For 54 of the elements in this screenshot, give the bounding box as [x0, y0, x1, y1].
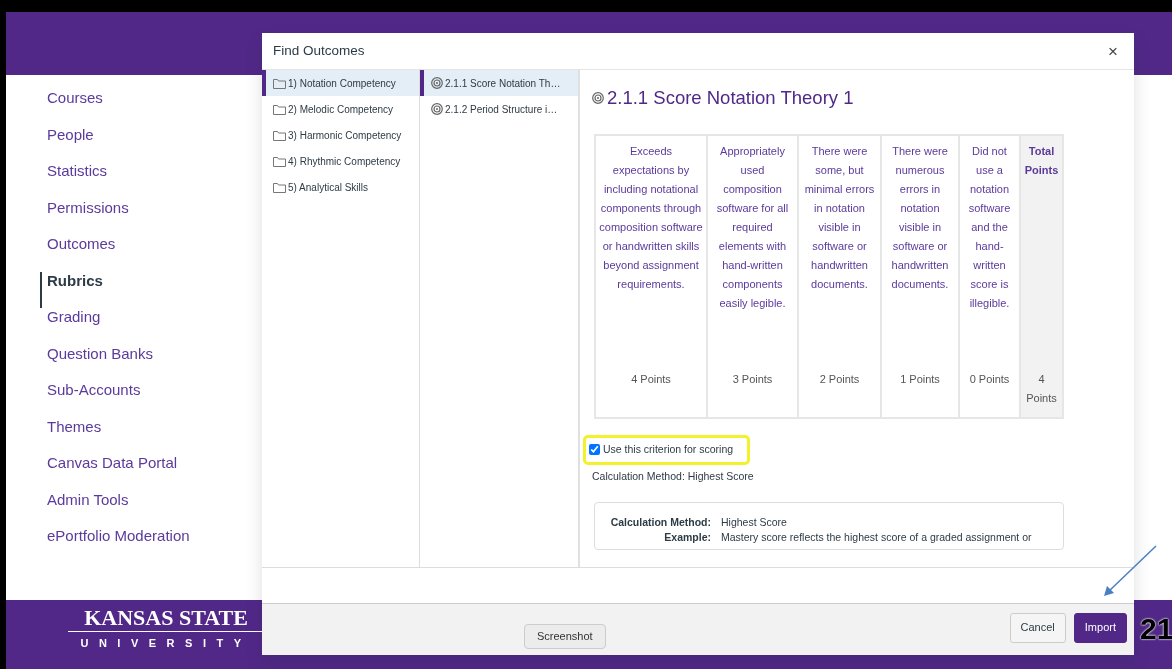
folder-icon	[273, 77, 286, 89]
rating-description: Exceeds expectations by including notational components through composition software or handwritten skills beyond assignment requirements.	[599, 143, 703, 292]
detail-label: Example:	[663, 530, 711, 546]
sidebar-link[interactable]: Themes	[6, 417, 262, 454]
sidebar-link[interactable]: Admin Tools	[6, 490, 262, 527]
screenshot-tooltip: Screenshot	[524, 624, 606, 649]
rating-description: Appropriately used composition software for all required elements with hand-written components easily legible.	[715, 143, 790, 311]
outcome-group-item[interactable]: 1) Notation Competency	[262, 70, 419, 96]
folder-icon	[273, 181, 286, 193]
detail-value: Highest Score	[721, 515, 787, 531]
rating-points: 1 Points	[899, 371, 941, 387]
detail-label: Calculation Method:	[609, 515, 711, 531]
outcome-group-item[interactable]: 3) Harmonic Competency	[262, 122, 419, 148]
cancel-button[interactable]: Cancel	[1009, 612, 1066, 643]
outcome-item[interactable]: 2.1.2 Period Structure i…	[420, 96, 578, 122]
folder-icon	[273, 129, 286, 141]
sidebar-link[interactable]: Statistics	[6, 162, 262, 199]
target-icon	[431, 77, 443, 89]
folder-icon	[273, 155, 286, 167]
sidebar-link[interactable]: Courses	[6, 89, 262, 126]
calculation-method-text: Calculation Method: Highest Score	[592, 468, 755, 484]
outcome-group-item[interactable]: 2) Melodic Competency	[262, 96, 419, 122]
sidebar-link[interactable]: Outcomes	[6, 235, 262, 272]
target-icon	[431, 103, 443, 115]
sidebar-link[interactable]: Grading	[6, 308, 262, 345]
outcome-item[interactable]: 2.1.1 Score Notation Th…	[420, 70, 578, 96]
outcome-group-item[interactable]: 4) Rhythmic Competency	[262, 148, 419, 174]
target-icon	[592, 91, 604, 104]
slide-number: 21	[1140, 611, 1172, 647]
sidebar-link[interactable]: Sub-Accounts	[6, 381, 262, 418]
close-button[interactable]: ×	[1104, 42, 1122, 60]
rating-description: There were some, but minimal errors in notation visible in software or handwritten documents.	[803, 143, 876, 292]
total-points-value: 4 Points	[1025, 371, 1058, 406]
arrow-icon	[1102, 544, 1158, 598]
outcome-title: 2.1.1 Score Notation Theory 1	[607, 86, 854, 110]
sidebar-link[interactable]: People	[6, 125, 262, 162]
sidebar-link[interactable]: Canvas Data Portal	[6, 454, 262, 491]
detail-value: Mastery score reflects the highest score of a graded assignment or	[721, 530, 1032, 546]
folder-icon	[273, 103, 286, 115]
sidebar-link[interactable]: ePortfolio Moderation	[6, 527, 262, 564]
rating-description: Did not use a notation software and the hand-written score is illegible.	[967, 143, 1012, 311]
criterion-label: Use this criterion for scoring	[603, 441, 734, 457]
rating-description: There were numerous errors in notation visible in software or handwritten documents.	[890, 143, 950, 292]
dialog-title: Find Outcomes	[273, 41, 365, 60]
rating-points: 3 Points	[731, 371, 774, 387]
rating-points: 4 Points	[630, 371, 672, 387]
criterion-checkbox[interactable]	[589, 444, 600, 456]
import-button[interactable]: Import	[1073, 612, 1127, 643]
total-points-heading: Total Points	[1024, 143, 1059, 178]
sidebar-link[interactable]: Question Banks	[6, 344, 262, 381]
outcome-group-item[interactable]: 5) Analytical Skills	[262, 174, 419, 200]
sidebar-link[interactable]: Permissions	[6, 198, 262, 235]
rating-points: 0 Points	[968, 371, 1011, 387]
rating-points: 2 Points	[818, 371, 861, 387]
